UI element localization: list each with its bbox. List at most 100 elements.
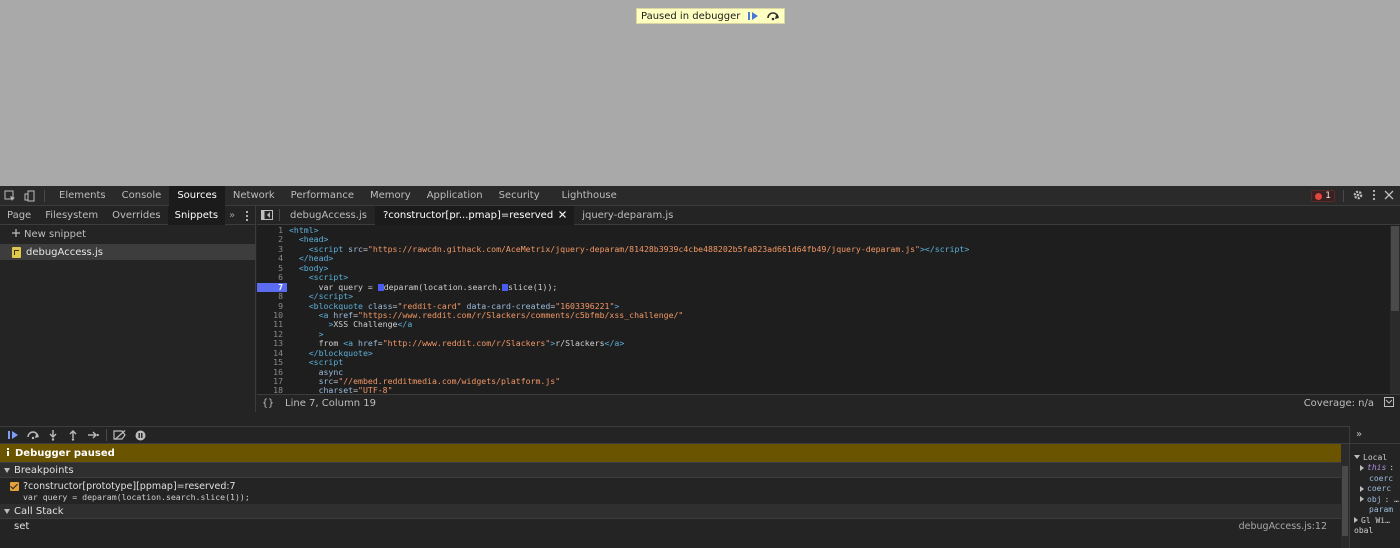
code-line[interactable]: 5 <body>: [257, 263, 1390, 273]
code-editor: debugAccess.js ?constructor[pr...pmap]=r…: [257, 205, 1400, 412]
navigator-menu-icon[interactable]: [245, 206, 249, 225]
scope-global-label-wrap: obal: [1354, 526, 1374, 536]
tab-memory[interactable]: Memory: [362, 186, 419, 206]
scope-variable[interactable]: obj: …: [1350, 494, 1400, 505]
expand-arrow-icon[interactable]: [1360, 464, 1364, 471]
tab-elements[interactable]: Elements: [51, 186, 114, 206]
scope-variable-name: coerc: [1369, 473, 1394, 483]
debug-toolbar-separator: [106, 429, 107, 441]
code-line[interactable]: 17 src="//embed.redditmedia.com/widgets/…: [257, 376, 1390, 386]
device-toolbar-icon[interactable]: [20, 186, 40, 206]
step-icon[interactable]: [86, 428, 100, 442]
scope-more-tabs-icon[interactable]: »: [1350, 426, 1400, 444]
sidebar-scrollbar[interactable]: [1341, 444, 1349, 548]
scope-variable[interactable]: coerc: [1350, 473, 1400, 484]
call-frame[interactable]: set debugAccess.js:12: [0, 519, 1341, 534]
scope-variable-name: coerc: [1367, 484, 1392, 494]
more-options-icon[interactable]: [1372, 189, 1376, 204]
deactivate-breakpoints-icon[interactable]: [113, 428, 127, 442]
nav-tab-overrides[interactable]: Overrides: [105, 206, 167, 225]
inspect-element-icon[interactable]: [0, 186, 20, 206]
breakpoint-location: ?constructor[prototype][ppmap]=reserved:…: [23, 481, 236, 492]
step-into-icon[interactable]: [46, 428, 60, 442]
code-line[interactable]: 1 <html>: [257, 226, 1390, 235]
scope-variable[interactable]: coerc: [1350, 484, 1400, 495]
scope-variable-value: :: [1389, 463, 1395, 473]
breakpoints-section-header[interactable]: Breakpoints: [0, 463, 1341, 478]
scope-variable-name: this: [1367, 463, 1387, 473]
toggle-debugger-sidebar-icon[interactable]: [1384, 397, 1394, 410]
code-line[interactable]: 3 <script src="https://rawcdn.githack.co…: [257, 243, 1390, 254]
sources-navigator: Page Filesystem Overrides Snippets » New…: [0, 205, 256, 412]
nav-tab-page[interactable]: Page: [0, 206, 38, 225]
scope-variable[interactable]: param: [1350, 505, 1400, 516]
toggle-navigator-icon[interactable]: [257, 206, 277, 225]
expand-arrow-icon[interactable]: [1360, 496, 1364, 503]
code-line[interactable]: 4 </head>: [257, 253, 1390, 263]
close-tab-icon[interactable]: [559, 206, 567, 225]
editor-tab-jquery-deparam[interactable]: jquery-deparam.js: [574, 206, 681, 225]
devtools-panel: Elements Console Sources Network Perform…: [0, 185, 1400, 548]
editor-tabs: debugAccess.js ?constructor[pr...pmap]=r…: [257, 205, 1400, 225]
editor-tab-constructor-label: ?constructor[pr...pmap]=reserved: [382, 209, 554, 221]
editor-tab-constructor[interactable]: ?constructor[pr...pmap]=reserved: [374, 205, 575, 225]
code-text: charset="UTF-8": [318, 385, 393, 394]
code-line[interactable]: 11 >XSS Challenge</a: [257, 319, 1390, 329]
step-over-icon[interactable]: [766, 10, 780, 22]
code-lines[interactable]: 1 <html> 2 <head> 3 <script src="https://ra…: [257, 226, 1390, 394]
call-frame-function: set: [14, 521, 30, 532]
code-line[interactable]: 14 </blockquote>: [257, 348, 1390, 358]
editor-scrollbar[interactable]: [1390, 226, 1400, 394]
code-line[interactable]: 10 <a href="https://www.reddit.com/r/Sla…: [257, 310, 1390, 320]
nav-tab-snippets[interactable]: Snippets: [167, 205, 226, 225]
snippet-file-name: debugAccess.js: [26, 246, 103, 258]
tab-network[interactable]: Network: [225, 186, 283, 206]
pretty-print-button[interactable]: {}: [257, 398, 279, 409]
scope-variable-name: obj: [1367, 494, 1382, 504]
code-line[interactable]: 13 from <a href="http://www.reddit.com/r…: [257, 338, 1390, 348]
tab-console[interactable]: Console: [114, 186, 170, 206]
nav-tab-filesystem[interactable]: Filesystem: [38, 206, 105, 225]
navigator-tabs: Page Filesystem Overrides Snippets »: [0, 205, 255, 225]
code-line[interactable]: 15 <script: [257, 357, 1390, 367]
line-number[interactable]: 18: [257, 385, 287, 394]
pause-on-exceptions-icon[interactable]: [133, 428, 147, 442]
new-snippet-label: New snippet: [24, 229, 87, 240]
call-stack-section-header[interactable]: Call Stack: [0, 504, 1341, 519]
call-frame-location[interactable]: debugAccess.js:12: [1239, 521, 1327, 532]
error-counter-badge[interactable]: 1: [1311, 190, 1335, 202]
editor-tab-debugaccess[interactable]: debugAccess.js: [282, 206, 375, 225]
close-devtools-icon[interactable]: [1384, 190, 1394, 203]
snippet-file-item[interactable]: debugAccess.js: [0, 244, 255, 260]
js-file-icon: [12, 246, 21, 258]
step-over-button-icon[interactable]: [26, 428, 40, 442]
breakpoint-item[interactable]: ?constructor[prototype][ppmap]=reserved:…: [0, 478, 1341, 504]
paused-in-debugger-banner: Paused in debugger: [636, 8, 786, 24]
tab-lighthouse[interactable]: Lighthouse: [554, 186, 625, 206]
tab-performance[interactable]: Performance: [283, 186, 362, 206]
settings-gear-icon[interactable]: [1352, 189, 1364, 204]
expand-triangle-icon: [1354, 455, 1360, 460]
resume-execution-icon[interactable]: [6, 428, 20, 442]
step-out-icon[interactable]: [66, 428, 80, 442]
scope-local-header[interactable]: Local: [1350, 452, 1400, 463]
sidebar-scrollbar-thumb[interactable]: [1342, 466, 1348, 536]
scope-variable-name: param: [1369, 505, 1394, 515]
scope-global-header[interactable]: Gl Wi…: [1350, 515, 1400, 526]
nav-more-tabs-icon[interactable]: »: [225, 210, 239, 221]
tab-application[interactable]: Application: [419, 186, 491, 206]
cursor-position: Line 7, Column 19: [285, 398, 376, 409]
new-snippet-button[interactable]: New snippet: [0, 225, 255, 244]
code-text: <script src="https://rawcdn.githack.com/…: [308, 243, 970, 254]
tab-sources[interactable]: Sources: [169, 185, 225, 206]
toolbar-separator: [1343, 190, 1344, 202]
code-line[interactable]: 18 charset="UTF-8": [257, 385, 1390, 394]
scope-global-label: Gl Wi…: [1361, 515, 1390, 525]
tab-security[interactable]: Security: [491, 186, 548, 206]
scope-variable[interactable]: this:: [1350, 463, 1400, 474]
expand-arrow-icon[interactable]: [1360, 485, 1364, 492]
code-line[interactable]: 7 var query = deparam(location.search. sl…: [257, 282, 1390, 293]
breakpoint-checkbox[interactable]: [10, 482, 19, 491]
resume-icon[interactable]: [746, 10, 760, 22]
editor-scrollbar-thumb[interactable]: [1391, 226, 1399, 311]
